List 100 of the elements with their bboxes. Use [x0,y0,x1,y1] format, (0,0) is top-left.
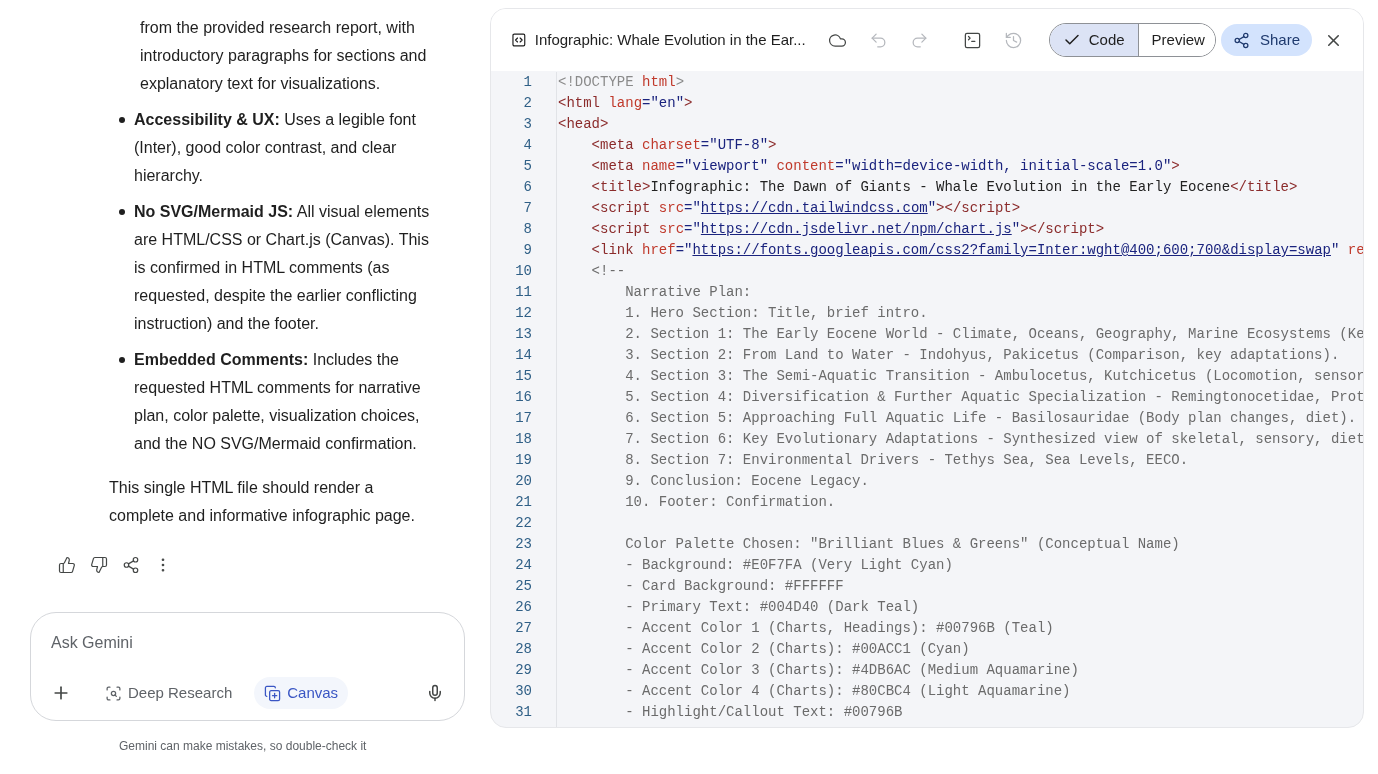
code-link[interactable]: https://cdn.jsdelivr.net/npm/chart.js [700,219,1012,240]
code-token: =" [684,220,701,239]
code-token: ></script> [1020,220,1105,239]
line-number: 12 [515,304,532,323]
list-item-text: Accessibility & UX: Uses a legible font (Inter), good color contrast, and clear hierarchy. [134,110,417,186]
code-token: <meta [590,157,635,176]
code-token: Narrative Plan: [624,283,752,302]
code-token: " [1330,241,1341,260]
code-token: </title> [1230,178,1298,197]
code-token: 5. Section 4: Diversification & Further Aquatic Specialization - Remingtonocetidae, Prot [624,388,1363,407]
line-number: 1 [523,73,532,92]
code-link[interactable]: https://fonts.googleapis.com/css2?family=Inter:wght@400;600;700&display=swap [692,240,1331,261]
line-number: 6 [523,178,532,197]
line-number: 9 [523,241,532,260]
line-number: 22 [515,514,532,533]
bullet [119,117,125,123]
line-number: 15 [515,367,532,386]
line-number: 18 [515,430,532,449]
code-token: - Accent Color 3 (Charts): #4DB6AC (Medium Aquamarine) [624,661,1079,680]
share-icon[interactable] [122,556,140,574]
line-number: 20 [515,472,532,491]
list-item-text: from the provided research report, with introductory paragraphs for sections and explanatory text for visualizations. [140,18,428,94]
code-token: <!-- [590,262,626,281]
code-token: ="UTF-8" [700,136,769,155]
thumbs-down-icon[interactable] [90,556,108,574]
code-token: 6. Section 5: Approaching Full Aquatic Life - Basilosauridae (Body plan changes, diet). [624,409,1357,428]
code-token: - Card Background: #FFFFFF [624,577,844,596]
microphone-icon[interactable] [426,684,444,702]
line-number: 14 [515,346,532,365]
line-number: 23 [515,535,532,554]
line-number: 16 [515,388,532,407]
code-token: <head> [558,115,609,134]
code-token: 3. Section 2: From Land to Water - Indohyus, Pakicetus (Comparison, key adaptations). [624,346,1340,365]
code-link[interactable]: https://cdn.tailwindcss.com [700,198,928,219]
disclaimer: Gemini can make mistakes, so double-check it [119,738,368,755]
code-token: <html [558,94,601,113]
code-token: 7. Section 6: Key Evolutionary Adaptations - Synthesized view of skeletal, sensory, diet [624,430,1363,449]
code-token: > [684,94,693,113]
line-number: 7 [523,199,532,218]
code-token: ></script> [936,199,1021,218]
code-token: > [675,73,685,92]
line-number: 17 [515,409,532,428]
bullet [119,357,125,363]
tool-chip[interactable]: Deep Research [95,677,243,709]
code-token: 9. Conclusion: Eocene Legacy. [624,472,869,491]
view-tab[interactable]: Preview [1137,24,1215,56]
thumbs-up-icon[interactable] [58,556,76,574]
tool-chip[interactable]: Canvas [254,677,349,709]
list-item-text: No SVG/Mermaid JS: All visual elements are HTML/CSS or Chart.js (Canvas). This is confirmed in HTML comments (as requested, despite the earlier conflicting instruction) and the footer. [134,202,431,334]
code-token: <script [590,199,652,218]
code-token: src [658,199,685,218]
code-token: > [768,136,777,155]
code-token: <!DOCTYPE [558,73,635,92]
line-number: 13 [515,325,532,344]
code-token: > [1171,157,1180,176]
terminal-icon[interactable] [962,30,982,50]
share-icon [1232,31,1250,49]
line-number: 24 [515,556,532,575]
line-number: 28 [515,640,532,659]
code-token: 10. Footer: Confirmation. [624,493,836,512]
line-number: 31 [515,703,532,722]
line-number: 11 [515,283,532,302]
code-token: 4. Section 3: The Semi-Aquatic Transition - Ambulocetus, Kutchicetus (Locomotion, sensor [624,367,1363,386]
add-copy-icon [264,684,282,702]
line-number: 4 [523,136,532,155]
line-number: 27 [515,619,532,638]
line-number: 29 [515,661,532,680]
code-token: content [776,157,836,176]
code-token: - Background: #E0F7FA (Very Light Cyan) [624,556,953,575]
line-number: 2 [523,94,532,113]
line-number: 21 [515,493,532,512]
code-token: href [642,241,676,260]
code-token: 2. Section 1: The Early Eocene World - Climate, Oceans, Geography, Marine Ecosystems (Ke [624,325,1363,344]
line-number: 25 [515,577,532,596]
code-token: <meta [590,136,635,155]
code-file-icon [511,32,527,48]
code-token: - Highlight/Callout Text: #00796B [624,703,903,722]
code-token: " [927,199,937,218]
bullet [119,209,125,215]
code-token: <title> [590,178,651,197]
code-token: lang [608,94,643,113]
code-token: 1. Hero Section: Title, brief intro. [624,304,928,323]
code-token: ="width=device-width, initial-scale=1.0" [835,157,1172,176]
prompt-field[interactable]: Ask Gemini [51,631,444,655]
code-token: " [1011,220,1021,239]
list-item-text: Embedded Comments: Includes the requested HTML comments for narrative plan, color palette, visualization choices, and the NO SVG/Mermaid confirmation. [134,350,422,454]
code-token: <link [590,241,635,260]
view-tab[interactable]: Code [1049,24,1138,56]
code-token: - Accent Color 1 (Charts, Headings): #00796B (Teal) [624,619,1054,638]
code-token: =" [684,199,701,218]
line-number: 26 [515,598,532,617]
line-number: 19 [515,451,532,470]
line-number: 5 [523,157,532,176]
share-button[interactable]: Share [1220,24,1312,56]
code-token: =" [675,241,693,260]
document-title: Infographic: Whale Evolution in the Ear... [534,29,806,50]
code-token: Infographic: The Dawn of Giants - Whale Evolution in the Early Eocene [650,178,1231,197]
magnifier-icon [105,684,122,702]
code-token: - Primary Text: #004D40 (Dark Teal) [624,598,920,617]
line-number: 10 [515,262,532,281]
